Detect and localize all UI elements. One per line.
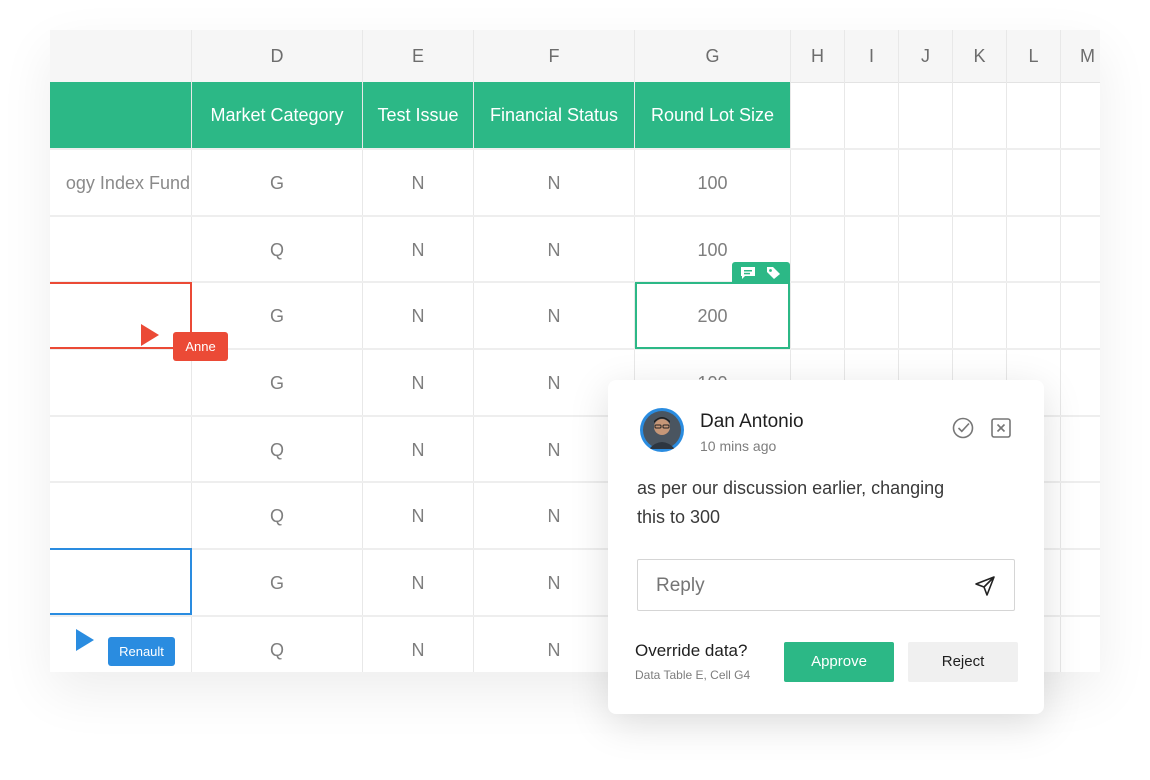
renault-tag: Renault [108, 637, 175, 666]
comment-icon[interactable] [740, 266, 756, 285]
column-header-m[interactable]: M [1061, 30, 1100, 82]
cell-d[interactable]: Q [192, 617, 362, 672]
anne-selection [50, 282, 192, 349]
cell-e[interactable]: N [363, 350, 473, 416]
grid-line [1060, 30, 1061, 672]
cell-d[interactable]: Q [192, 483, 362, 549]
approve-button[interactable]: Approve [784, 642, 894, 682]
override-title: Override data? [635, 641, 748, 660]
anne-cursor-icon [141, 324, 159, 346]
close-box-icon[interactable] [991, 418, 1011, 443]
cell-f[interactable]: N [474, 283, 634, 349]
cell-e[interactable]: N [363, 150, 473, 216]
cell-e[interactable]: N [363, 417, 473, 483]
column-header-g[interactable]: G [635, 30, 790, 82]
comment-time: 10 mins ago [700, 438, 777, 454]
override-subtitle: Data Table E, Cell G4 [635, 668, 751, 682]
comment-text-line1: as per our discussion earlier, changing [637, 478, 945, 498]
header-market-category[interactable]: Market Category [192, 82, 362, 149]
tag-icon[interactable] [766, 266, 781, 285]
cell-e[interactable]: N [363, 283, 473, 349]
cell-e[interactable]: N [363, 617, 473, 672]
cell-name[interactable]: ogy Index Fund [50, 150, 190, 216]
cell-g[interactable]: 100 [635, 150, 790, 216]
header-financial-status[interactable]: Financial Status [474, 82, 634, 149]
cell-d[interactable]: Q [192, 217, 362, 283]
reply-input[interactable] [654, 572, 958, 600]
send-icon[interactable] [974, 575, 996, 602]
reject-button[interactable]: Reject [908, 642, 1018, 682]
cell-e[interactable]: N [363, 217, 473, 283]
column-header-f[interactable]: F [474, 30, 634, 82]
column-header-k[interactable]: K [953, 30, 1006, 82]
cell-d[interactable]: Q [192, 417, 362, 483]
selected-cell-outline [635, 282, 790, 349]
anne-tag: Anne [173, 332, 228, 361]
cell-e[interactable]: N [363, 550, 473, 616]
cell-e[interactable]: N [363, 483, 473, 549]
cell-d[interactable]: G [192, 150, 362, 216]
comment-text-line2: this to 300 [637, 507, 721, 527]
header-test-issue[interactable]: Test Issue [363, 82, 473, 149]
comment-author: Dan Antonio [700, 411, 804, 432]
renault-selection [50, 548, 192, 615]
column-header-d[interactable]: D [192, 30, 362, 82]
cell-f[interactable]: N [474, 217, 634, 283]
column-header-l[interactable]: L [1007, 30, 1060, 82]
column-header-h[interactable]: H [791, 30, 844, 82]
cell-d[interactable]: G [192, 550, 362, 616]
reply-field[interactable] [637, 559, 1015, 611]
check-circle-icon[interactable] [952, 417, 974, 444]
cell-f[interactable]: N [474, 150, 634, 216]
column-header-j[interactable]: J [899, 30, 952, 82]
avatar [640, 408, 684, 452]
cell-comment-tab[interactable] [732, 262, 790, 284]
column-header-e[interactable]: E [363, 30, 473, 82]
renault-cursor-icon [76, 629, 94, 651]
header-round-lot-size[interactable]: Round Lot Size [635, 82, 790, 149]
column-header-i[interactable]: I [845, 30, 898, 82]
comment-card: Dan Antonio 10 mins ago as per our discu… [608, 380, 1044, 714]
